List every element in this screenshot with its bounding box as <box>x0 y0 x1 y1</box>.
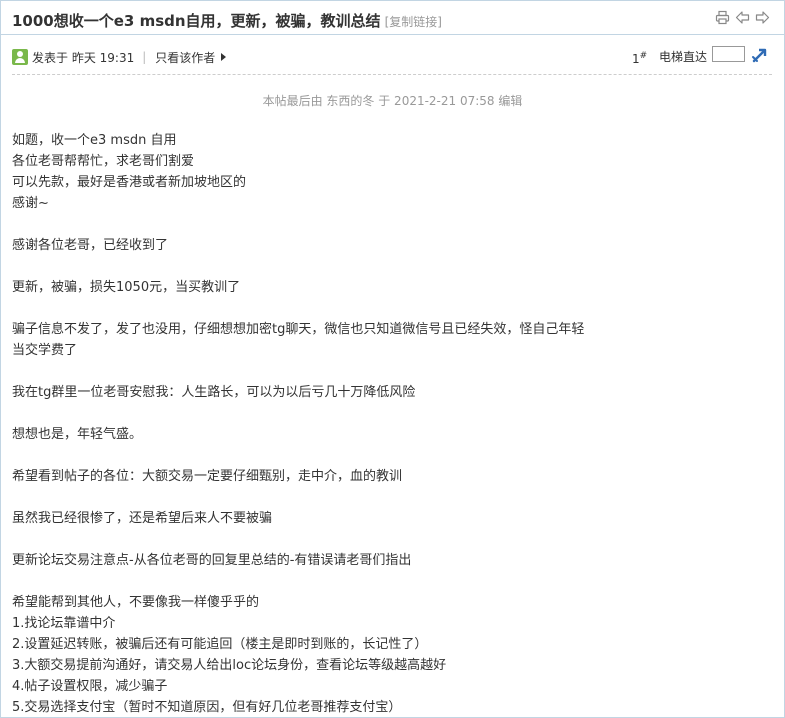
content-line: 更新，被骗，损失1050元，当买教训了 <box>12 280 241 295</box>
content-line: 2.设置延迟转账，被骗后还有可能追回（楼主是即时到账的，长记性了） <box>12 637 428 652</box>
content-line: 4.帖子设置权限，减少骗子 <box>12 679 168 694</box>
content-line: 感谢~ <box>12 196 49 211</box>
title-divider <box>1 34 784 35</box>
jump-floor-input[interactable] <box>712 46 745 62</box>
content-line: 虽然我已经很惨了，还是希望后来人不要被骗 <box>12 511 273 526</box>
floor-number-value: 1 <box>632 52 640 66</box>
content-line: 想想也是，年轻气盛。 <box>12 427 143 442</box>
post-meta: 发表于 昨天 19:31 | 只看该作者 <box>12 47 227 67</box>
jump-label: 电梯直达 <box>659 50 708 64</box>
content-line: 各位老哥帮帮忙，求老哥们割爱 <box>12 154 195 169</box>
meta-separator: | <box>142 50 147 64</box>
floor-symbol: # <box>639 51 648 61</box>
floor-number: 1# <box>632 51 647 66</box>
content-line: 5.交易选择支付宝（暂时不知道原因，但有好几位老哥推荐支付宝） <box>12 700 402 715</box>
next-thread-icon[interactable] <box>755 10 770 25</box>
content-line: 我在tg群里一位老哥安慰我：人生路长，可以为以后亏几十万降低风险 <box>12 385 416 400</box>
thread-title: 1000想收一个e3 msdn自用，更新，被骗，教训总结 [复制链接] <box>12 10 442 31</box>
thread-title-bar: 1000想收一个e3 msdn自用，更新，被骗，教训总结 [复制链接] <box>1 1 784 34</box>
content-line: 3.大额交易提前沟通好，请交易人给出loc论坛身份，查看论坛等级越高越好 <box>12 658 447 673</box>
prev-thread-icon[interactable] <box>735 10 750 25</box>
content-line: 骗子信息不发了，发了也没用，仔细想想加密tg聊天，微信也只知道微信号且已经失效，… <box>12 322 585 337</box>
content-line: 1.找论坛靠谱中介 <box>12 616 116 631</box>
post-content: 如题，收一个e3 msdn 自用 各位老哥帮帮忙，求老哥们割爱 可以先款，最好是… <box>12 130 782 718</box>
content-line: 当交学费了 <box>12 343 78 358</box>
thread-title-text: 1000想收一个e3 msdn自用，更新，被骗，教训总结 <box>12 12 381 30</box>
content-line: 希望看到帖子的各位：大额交易一定要仔细甄别，走中介，血的教训 <box>12 469 403 484</box>
content-line: 希望能帮到其他人，不要像我一样傻乎乎的 <box>12 595 260 610</box>
meta-dashed-divider <box>12 74 772 75</box>
content-line: 可以先款，最好是香港或者新加坡地区的 <box>12 175 247 190</box>
content-line: 感谢各位老哥，已经收到了 <box>12 238 169 253</box>
post-time: 发表于 昨天 19:31 <box>32 50 135 65</box>
online-user-icon <box>12 49 28 65</box>
copy-link[interactable]: [复制链接] <box>385 15 442 29</box>
edit-note: 本帖最后由 东西的冬 于 2021-2-21 07:58 编辑 <box>262 94 523 108</box>
triangle-right-icon <box>221 53 227 61</box>
title-icons <box>715 10 770 25</box>
content-line: 更新论坛交易注意点-从各位老哥的回复里总结的-有错误请老哥们指出 <box>12 553 412 568</box>
jump-arrow-icon[interactable] <box>751 46 769 64</box>
content-line: 如题，收一个e3 msdn 自用 <box>12 133 177 148</box>
author-only-link[interactable]: 只看该作者 <box>155 49 215 66</box>
print-icon[interactable] <box>715 10 730 25</box>
